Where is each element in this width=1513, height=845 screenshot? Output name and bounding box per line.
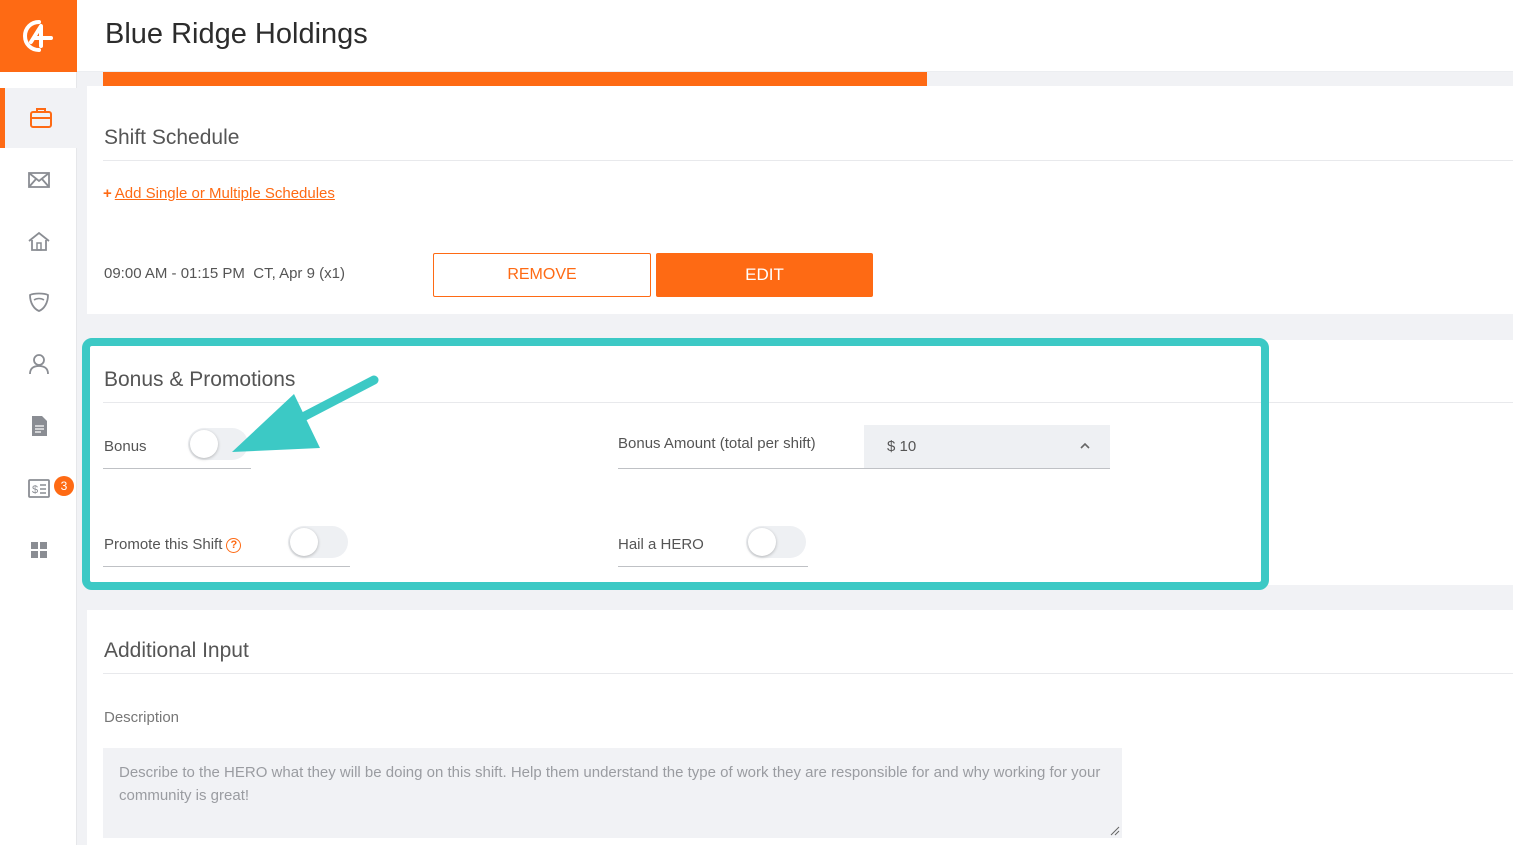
nav-jobs[interactable] bbox=[0, 88, 77, 148]
bonus-promotions-title: Bonus & Promotions bbox=[104, 368, 296, 391]
schedule-entry: 09:00 AM - 01:15 PM CT, Apr 9 (x1) bbox=[104, 265, 345, 282]
hail-hero-label: Hail a HERO bbox=[618, 536, 704, 553]
home-icon bbox=[27, 231, 50, 251]
nav-payments[interactable]: $ 3 bbox=[0, 458, 77, 518]
shift-schedule-title: Shift Schedule bbox=[104, 126, 240, 149]
app-logo[interactable] bbox=[0, 0, 77, 72]
mail-icon bbox=[27, 172, 50, 188]
nav-apps[interactable] bbox=[0, 520, 77, 580]
remove-button[interactable]: REMOVE bbox=[433, 253, 651, 297]
description-label: Description bbox=[104, 709, 180, 726]
promote-shift-toggle[interactable] bbox=[288, 526, 348, 558]
nav-profile[interactable] bbox=[0, 334, 77, 394]
svg-text:$: $ bbox=[32, 484, 38, 496]
field-underline bbox=[103, 566, 350, 567]
briefcase-icon bbox=[30, 108, 52, 128]
promote-shift-label: Promote this Shift? bbox=[104, 536, 242, 553]
field-underline bbox=[618, 468, 864, 469]
add-schedules-link[interactable]: + Add Single or Multiple Schedules bbox=[103, 185, 335, 202]
bonus-amount-value: $ 10 bbox=[887, 438, 917, 455]
divider bbox=[103, 160, 1513, 161]
divider bbox=[103, 673, 1513, 674]
progress-bar bbox=[103, 72, 927, 86]
nav-documents[interactable] bbox=[0, 396, 77, 456]
nav-locations[interactable] bbox=[0, 212, 77, 272]
grid-icon bbox=[30, 542, 47, 558]
edit-button[interactable]: EDIT bbox=[656, 253, 873, 297]
user-icon bbox=[28, 354, 49, 375]
field-underline bbox=[618, 566, 808, 567]
hail-hero-toggle[interactable] bbox=[746, 526, 806, 558]
divider bbox=[103, 402, 1513, 403]
description-textarea[interactable]: Describe to the HERO what they will be d… bbox=[103, 748, 1122, 838]
bonus-amount-label: Bonus Amount (total per shift) bbox=[618, 435, 816, 452]
top-header: Blue Ridge Holdings bbox=[77, 0, 1513, 72]
chevron-up-icon bbox=[1080, 442, 1090, 449]
receipt-icon: $ bbox=[27, 479, 50, 498]
toggle-knob bbox=[290, 528, 318, 556]
nav-messages[interactable] bbox=[0, 150, 77, 210]
nav-heroes[interactable] bbox=[0, 272, 77, 332]
toggle-knob bbox=[748, 528, 776, 556]
toggle-knob bbox=[190, 430, 218, 458]
help-icon[interactable]: ? bbox=[226, 538, 242, 553]
bonus-amount-select[interactable]: $ 10 bbox=[864, 425, 1110, 469]
field-underline bbox=[103, 468, 251, 469]
page-title: Blue Ridge Holdings bbox=[105, 18, 368, 50]
add-schedules-label: Add Single or Multiple Schedules bbox=[114, 185, 335, 202]
sidebar: $ 3 bbox=[0, 0, 77, 845]
logo-icon bbox=[22, 20, 53, 52]
bonus-toggle[interactable] bbox=[188, 428, 248, 460]
bonus-label: Bonus bbox=[104, 438, 147, 455]
promote-shift-text: Promote this Shift bbox=[104, 536, 223, 553]
shield-icon bbox=[28, 292, 49, 312]
document-icon bbox=[31, 416, 47, 436]
plus-icon: + bbox=[103, 185, 112, 202]
additional-input-title: Additional Input bbox=[104, 639, 249, 662]
notification-badge: 3 bbox=[54, 476, 74, 496]
resize-handle-icon[interactable] bbox=[1110, 826, 1120, 836]
